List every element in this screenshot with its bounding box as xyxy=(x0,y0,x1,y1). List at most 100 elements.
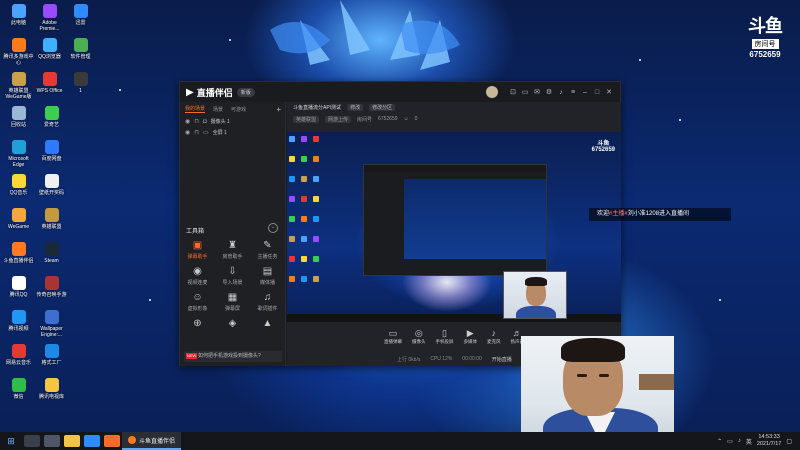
sub-category-chip[interactable]: 网游上传 xyxy=(325,115,352,123)
settings-icon[interactable]: ⚙ xyxy=(544,88,554,96)
toolbar-button[interactable]: ♪ 麦克风 xyxy=(487,328,501,345)
app-icon xyxy=(11,310,26,324)
desktop-icon[interactable]: Steam xyxy=(35,242,68,264)
help-icon[interactable]: − xyxy=(268,223,278,233)
desktop-icon[interactable]: 腾讯QQ xyxy=(2,276,35,298)
taskbar-explorer-icon[interactable] xyxy=(64,435,80,447)
minimize-icon[interactable]: – xyxy=(580,89,590,96)
visible-icon[interactable]: ◉ xyxy=(185,118,190,125)
add-scene-icon[interactable]: + xyxy=(276,105,281,114)
edit-title-button[interactable]: 修改 xyxy=(347,104,364,111)
tool-item[interactable]: ♜ 房管助手 xyxy=(215,240,250,260)
tool-item[interactable]: ◉ 视频连麦 xyxy=(180,266,215,286)
notification-icon[interactable]: ▢ xyxy=(786,438,792,445)
tip-bar[interactable]: NEW 如何把手机游戏投到摄像头? xyxy=(184,351,282,362)
desktop-icon[interactable]: 此电脑 xyxy=(2,4,35,26)
start-live-button[interactable]: 开始直播 xyxy=(492,356,512,363)
tab-my-scenes[interactable]: 我的场景 xyxy=(185,105,206,113)
desktop-icon[interactable]: Wallpaper Engine:... xyxy=(35,310,68,338)
desktop-icon[interactable]: QQ浏览器 xyxy=(33,38,66,60)
tool-item[interactable]: ⇩ 导入场景 xyxy=(215,266,250,286)
media-icon: ▤ xyxy=(262,266,273,277)
tip-text: 如何把手机游戏投到摄像头? xyxy=(198,353,261,359)
tray-chevron-icon[interactable]: ⌃ xyxy=(717,438,722,445)
desktop-icon[interactable]: 微信 xyxy=(2,378,35,400)
tool-label: 导入场景 xyxy=(222,280,243,286)
app-icon xyxy=(42,72,57,86)
desktop-icon[interactable]: WeGame xyxy=(2,208,35,230)
maximize-icon[interactable]: □ xyxy=(592,89,602,96)
desktop-icon[interactable]: 1 xyxy=(64,72,97,94)
desktop-icon[interactable]: 格式工厂 xyxy=(35,344,68,366)
desktop-icon[interactable]: WPS Office xyxy=(33,72,66,94)
close-icon[interactable]: ✕ xyxy=(604,88,614,96)
app-icon xyxy=(11,344,26,358)
lock-icon[interactable]: ⊓ xyxy=(194,118,199,125)
desktop-icon[interactable]: QQ音乐 xyxy=(2,174,35,196)
clock[interactable]: 14:53:33 2021/7/17 xyxy=(757,434,781,448)
toolbar-button[interactable]: ◎ 摄像头 xyxy=(412,328,426,345)
scene-item[interactable]: ◉ ⊓ ▭ 全屏 1 xyxy=(180,127,285,138)
desktop-icon[interactable]: 迅雷 xyxy=(64,4,97,26)
toolbar-button[interactable]: ▭ 直播弹幕 xyxy=(384,328,402,345)
desktop-icon[interactable]: 斗鱼直播伴侣 xyxy=(2,242,35,264)
gift-icon[interactable]: ✉ xyxy=(532,88,542,96)
desktop-icon[interactable]: 腾讯视频 xyxy=(2,310,35,332)
desktop-icon-label: WPS Office xyxy=(36,88,63,94)
lock-icon[interactable]: ⊓ xyxy=(194,129,199,136)
menu-icon[interactable]: ≡ xyxy=(568,89,578,96)
cast-icon[interactable]: ⊡ xyxy=(508,88,518,96)
desktop-icon[interactable]: 网易云音乐 xyxy=(2,344,35,366)
toolbar-button[interactable]: ▶ 多媒体 xyxy=(464,328,478,345)
desktop-icon-label: Microsoft Edge xyxy=(8,156,29,168)
desktop-icon[interactable]: 爱奇艺 xyxy=(35,106,68,128)
tool-item[interactable]: ✎ 主播任务 xyxy=(250,240,285,260)
desktop-icon[interactable]: 传奇召唤手游 xyxy=(35,276,68,298)
tab-game[interactable]: 可游戏 xyxy=(231,106,246,113)
taskbar-browser-icon[interactable] xyxy=(104,435,120,447)
desktop-icon[interactable]: 壁纸开奖码 xyxy=(35,174,68,196)
desktop-icon[interactable]: 腾讯多游戏中心 xyxy=(2,38,35,66)
version-badge[interactable]: 新版 xyxy=(236,87,255,97)
category-chip[interactable]: 英雄联盟 xyxy=(293,115,320,123)
desktop-icon-label: 软件管理 xyxy=(70,54,91,60)
taskbar-taskview-icon[interactable] xyxy=(44,435,60,447)
taskbar-app-live-companion[interactable]: 斗鱼直播伴侣 xyxy=(122,432,182,450)
scene-item[interactable]: ◉ ⊓ ◘ 摄像头 1 xyxy=(180,116,285,127)
volume-icon[interactable]: ♪ xyxy=(738,438,741,444)
tool-item[interactable]: ♫ 歌词插件 xyxy=(250,292,285,312)
tool-more[interactable]: ⊕ xyxy=(180,318,215,331)
desktop-icon[interactable]: 百度网盘 xyxy=(35,140,68,162)
desktop-icon[interactable]: Adobe Premie... xyxy=(33,4,66,32)
tool-item[interactable]: ▣ 弹幕助手 xyxy=(180,240,215,260)
tab-scenes[interactable]: 场景 xyxy=(213,106,223,113)
tool-more[interactable]: ◈ xyxy=(215,318,250,331)
desktop-icon[interactable]: 回收站 xyxy=(2,106,35,128)
network-icon[interactable]: ▭ xyxy=(727,438,733,445)
tool-item[interactable]: ▦ 弹幕屏 xyxy=(215,292,250,312)
screen-icon[interactable]: ▭ xyxy=(520,88,530,96)
desktop-icon[interactable]: 腾讯电视库 xyxy=(35,378,68,400)
edit-category-button[interactable]: 修改分区 xyxy=(369,104,396,111)
desktop-icon[interactable]: Microsoft Edge xyxy=(2,140,35,168)
preview-brand: 斗鱼 6752659 xyxy=(592,138,615,153)
tool-more[interactable]: ▲ xyxy=(250,318,285,331)
tool-item[interactable]: ▤ 媒体播 xyxy=(250,266,285,286)
tool-item[interactable]: ☺ 虚拟形象 xyxy=(180,292,215,312)
input-lang[interactable]: 英 xyxy=(746,437,752,446)
taskbar-xunlei-icon[interactable] xyxy=(84,435,100,447)
toolbar-button[interactable]: ▯ 手机投屏 xyxy=(436,328,454,345)
user-avatar[interactable] xyxy=(486,86,498,98)
start-button-icon[interactable]: ⊞ xyxy=(0,436,22,447)
toolbar-label: 多媒体 xyxy=(463,338,478,344)
phone-cast-icon: ▯ xyxy=(442,327,447,338)
visible-icon[interactable]: ◉ xyxy=(185,129,190,136)
preview-desktop-icon xyxy=(289,256,295,262)
desktop-icon[interactable]: 软件管理 xyxy=(64,38,97,60)
desktop-icon[interactable]: 英雄联盟 xyxy=(35,208,68,230)
stream-preview[interactable]: 斗鱼 6752659 xyxy=(287,132,621,322)
bell-icon[interactable]: ♪ xyxy=(556,89,566,96)
taskbar-search-icon[interactable] xyxy=(24,435,40,447)
desktop-icon-label: 此电脑 xyxy=(10,20,26,26)
desktop-icon[interactable]: 英雄联盟 WeGame版 xyxy=(2,72,35,100)
